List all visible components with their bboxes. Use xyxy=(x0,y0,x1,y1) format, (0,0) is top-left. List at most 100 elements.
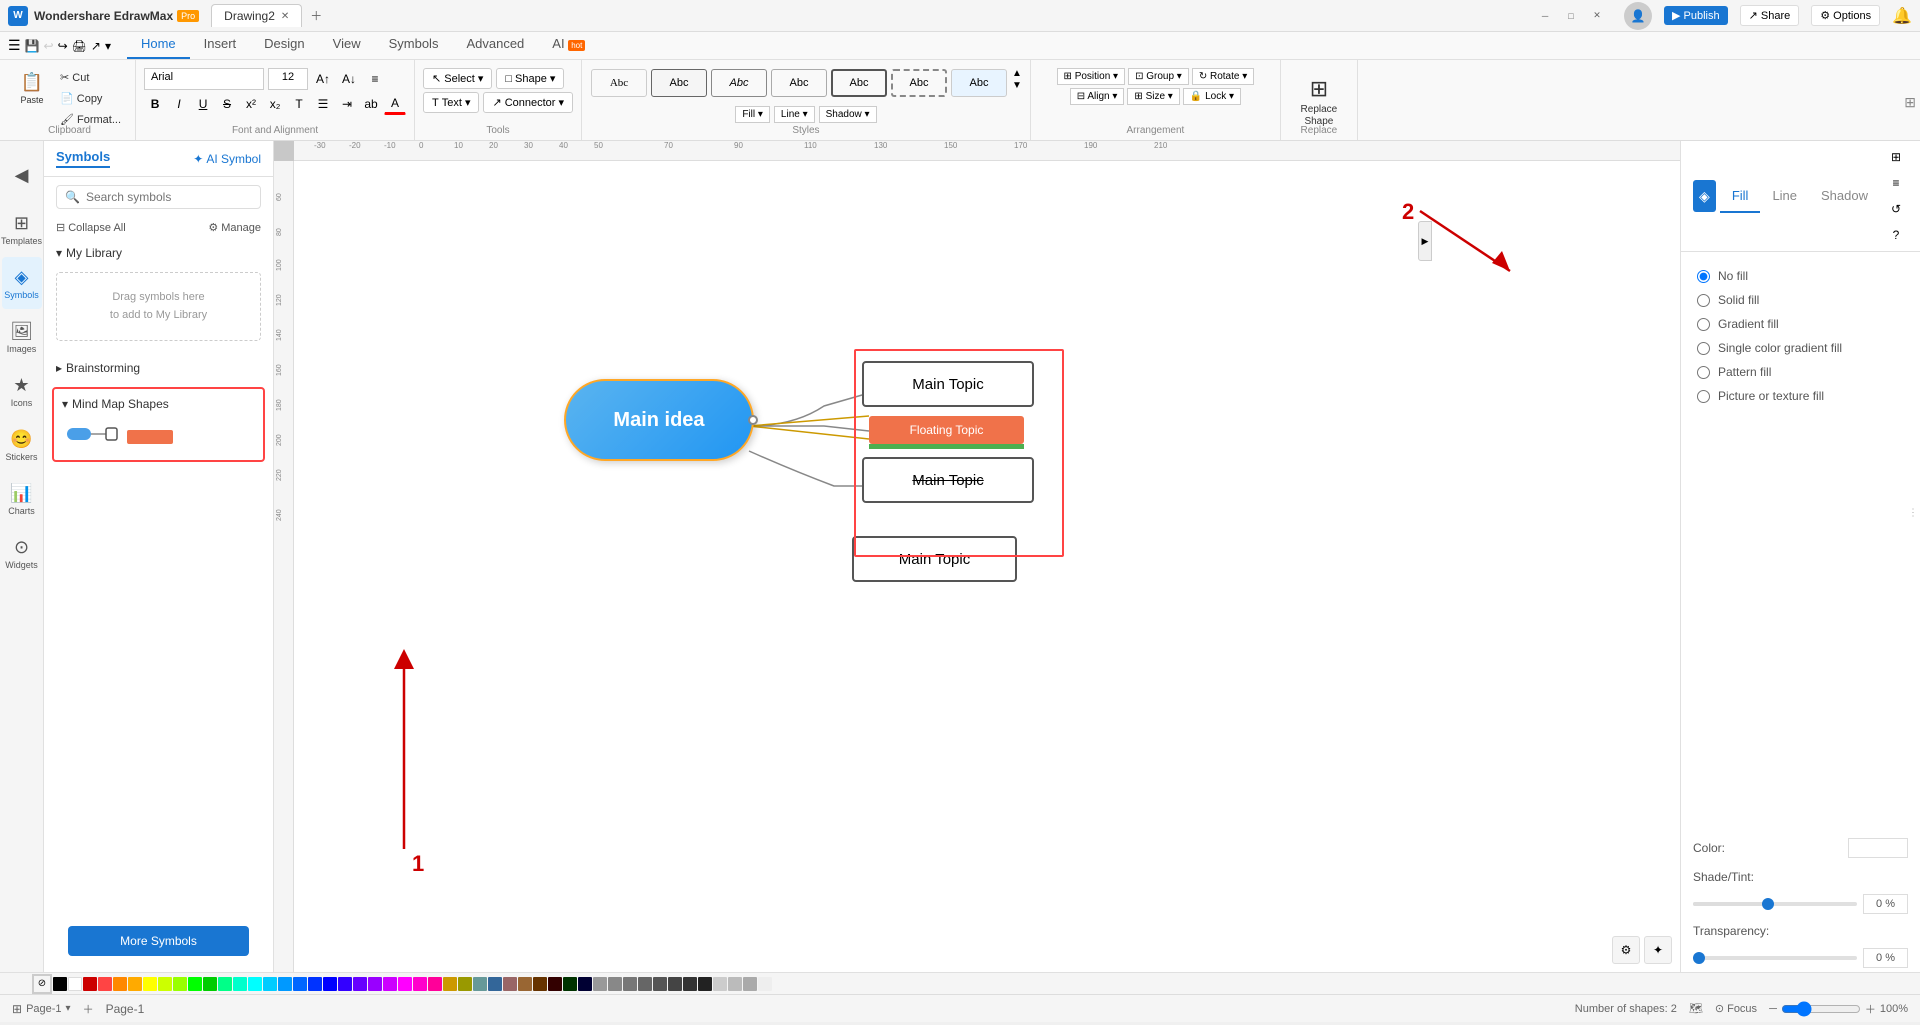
replace-shape-btn[interactable]: ⊞ ReplaceShape xyxy=(1289,72,1349,132)
undo-btn[interactable]: ↩ xyxy=(44,39,54,53)
text-case-btn[interactable]: ab xyxy=(360,93,382,115)
style-5[interactable]: Abc xyxy=(831,69,887,97)
color-gray2[interactable] xyxy=(608,977,622,991)
font-selector[interactable]: Arial xyxy=(144,68,264,90)
tab-line[interactable]: Line xyxy=(1760,180,1809,213)
solid-fill-option[interactable]: Solid fill xyxy=(1693,288,1908,312)
text-btn[interactable]: T Text ▾ xyxy=(423,92,479,113)
right-icon-1[interactable]: ⊞ xyxy=(1884,145,1908,169)
collapse-ribbon[interactable]: ⊞ xyxy=(1904,94,1916,111)
color-green[interactable] xyxy=(188,977,202,991)
main-topic-3[interactable]: Main Topic xyxy=(862,457,1034,503)
page-selector[interactable]: ⊞ Page-1 ▾ xyxy=(12,1002,71,1016)
zoom-in-btn[interactable]: ＋ xyxy=(1865,1001,1876,1017)
color-pink2[interactable] xyxy=(428,977,442,991)
maximize-btn[interactable]: □ xyxy=(1564,9,1578,23)
options-btn[interactable]: ⚙ Options xyxy=(1811,5,1880,26)
sidebar-item-symbols[interactable]: ◈ Symbols xyxy=(2,257,42,309)
color-orange[interactable] xyxy=(113,977,127,991)
color-blue2[interactable] xyxy=(293,977,307,991)
color-pink1[interactable] xyxy=(413,977,427,991)
color-darkred[interactable] xyxy=(548,977,562,991)
add-page-btn[interactable]: ＋ xyxy=(83,1001,94,1017)
collapse-all-btn[interactable]: ⊟ Collapse All xyxy=(56,221,126,234)
color-lightgray2[interactable] xyxy=(728,977,742,991)
tab-design[interactable]: Design xyxy=(250,32,318,59)
color-gray7[interactable] xyxy=(683,977,697,991)
picture-fill-option[interactable]: Picture or texture fill xyxy=(1693,384,1908,408)
color-gray5[interactable] xyxy=(653,977,667,991)
tab-advanced[interactable]: Advanced xyxy=(452,32,538,59)
map-view-btn[interactable]: 🗺 xyxy=(1689,1002,1703,1015)
mind-map-shape-1[interactable] xyxy=(66,423,118,448)
tab-close[interactable]: ✕ xyxy=(281,11,289,22)
copy-btn[interactable]: 📄 Copy xyxy=(54,89,127,108)
color-gold[interactable] xyxy=(128,977,142,991)
canvas-content[interactable]: Main idea Main Topic Floating Topic xyxy=(294,161,1680,972)
color-skyblue[interactable] xyxy=(263,977,277,991)
settings-btn[interactable]: ⚙ xyxy=(1612,936,1640,964)
color-lightgray1[interactable] xyxy=(713,977,727,991)
sidebar-item-images[interactable]: 🖼 Images xyxy=(2,311,42,363)
close-btn[interactable]: ✕ xyxy=(1590,9,1604,23)
rotate-btn[interactable]: ↻ Rotate ▾ xyxy=(1192,68,1254,85)
color-purple1[interactable] xyxy=(368,977,382,991)
size-btn[interactable]: ⊞ Size ▾ xyxy=(1127,88,1179,105)
color-violet2[interactable] xyxy=(353,977,367,991)
color-navy1[interactable] xyxy=(488,977,502,991)
tab-ai[interactable]: AI hot xyxy=(538,32,599,59)
list-btn[interactable]: ☰ xyxy=(312,93,334,115)
focus-btn[interactable]: ⊙ Focus xyxy=(1715,1002,1757,1015)
sidebar-item-widgets[interactable]: ⊙ Widgets xyxy=(2,527,42,579)
pattern-fill-radio[interactable] xyxy=(1697,366,1710,379)
canvas-area[interactable]: -30 -20 -10 0 10 20 30 40 50 70 90 110 1… xyxy=(274,141,1680,972)
indent-btn[interactable]: ⇥ xyxy=(336,93,358,115)
quick-export[interactable]: ↗ xyxy=(91,39,101,53)
page-dropdown[interactable]: ▾ xyxy=(66,1003,71,1014)
sidebar-item-icons[interactable]: ★ Icons xyxy=(2,365,42,417)
user-avatar[interactable]: 👤 xyxy=(1624,2,1652,30)
no-fill-radio[interactable] xyxy=(1697,270,1710,283)
italic-btn[interactable]: I xyxy=(168,93,190,115)
sidebar-collapse[interactable]: ◀ xyxy=(2,149,42,201)
styles-up[interactable]: ▲ xyxy=(1012,68,1022,79)
transparency-slider[interactable] xyxy=(1693,956,1857,960)
style-6[interactable]: Abc xyxy=(891,69,947,97)
redo-btn[interactable]: ↪ xyxy=(58,39,68,53)
gradient-fill-radio[interactable] xyxy=(1697,318,1710,331)
active-tab[interactable]: Drawing2 ✕ xyxy=(211,4,302,27)
color-gray4[interactable] xyxy=(638,977,652,991)
quick-access-menu[interactable]: ☰ xyxy=(8,37,21,54)
color-blue1[interactable] xyxy=(278,977,292,991)
tab-home[interactable]: Home xyxy=(127,32,190,59)
single-color-option[interactable]: Single color gradient fill xyxy=(1693,336,1908,360)
decrease-font[interactable]: A↓ xyxy=(338,68,360,90)
font-color-btn[interactable]: A xyxy=(384,93,406,115)
mind-map-toggle[interactable]: ▾ Mind Map Shapes xyxy=(62,393,255,415)
fill-icon-active[interactable]: ◈ xyxy=(1693,180,1716,212)
mind-map-shape-2[interactable] xyxy=(126,423,174,448)
styles-down[interactable]: ▼ xyxy=(1012,80,1022,91)
brainstorming-toggle[interactable]: ▸ Brainstorming xyxy=(56,357,261,379)
color-violet1[interactable] xyxy=(338,977,352,991)
no-fill-option[interactable]: No fill xyxy=(1693,264,1908,288)
color-darkgreen2[interactable] xyxy=(563,977,577,991)
zoom-out-btn[interactable]: ─ xyxy=(1769,1003,1777,1015)
right-icon-4[interactable]: ? xyxy=(1884,223,1908,247)
color-purple2[interactable] xyxy=(383,977,397,991)
superscript-btn[interactable]: x² xyxy=(240,93,262,115)
style-2[interactable]: Abc xyxy=(651,69,707,97)
color-black[interactable] xyxy=(53,977,67,991)
manage-btn[interactable]: ⚙ Manage xyxy=(208,221,261,234)
style-7[interactable]: Abc xyxy=(951,69,1007,97)
zoom-slider[interactable] xyxy=(1781,1001,1861,1017)
fill-btn[interactable]: Fill ▾ xyxy=(735,106,770,123)
search-input[interactable] xyxy=(86,190,252,204)
strikethrough-btn[interactable]: S xyxy=(216,93,238,115)
color-red[interactable] xyxy=(83,977,97,991)
align-btn[interactable]: ≡ xyxy=(364,68,386,90)
publish-btn[interactable]: ▶ Publish xyxy=(1664,6,1728,25)
shadow-btn[interactable]: Shadow ▾ xyxy=(819,106,877,123)
color-lightgray3[interactable] xyxy=(743,977,757,991)
right-panel-toggle[interactable]: ▶ xyxy=(1418,221,1432,261)
